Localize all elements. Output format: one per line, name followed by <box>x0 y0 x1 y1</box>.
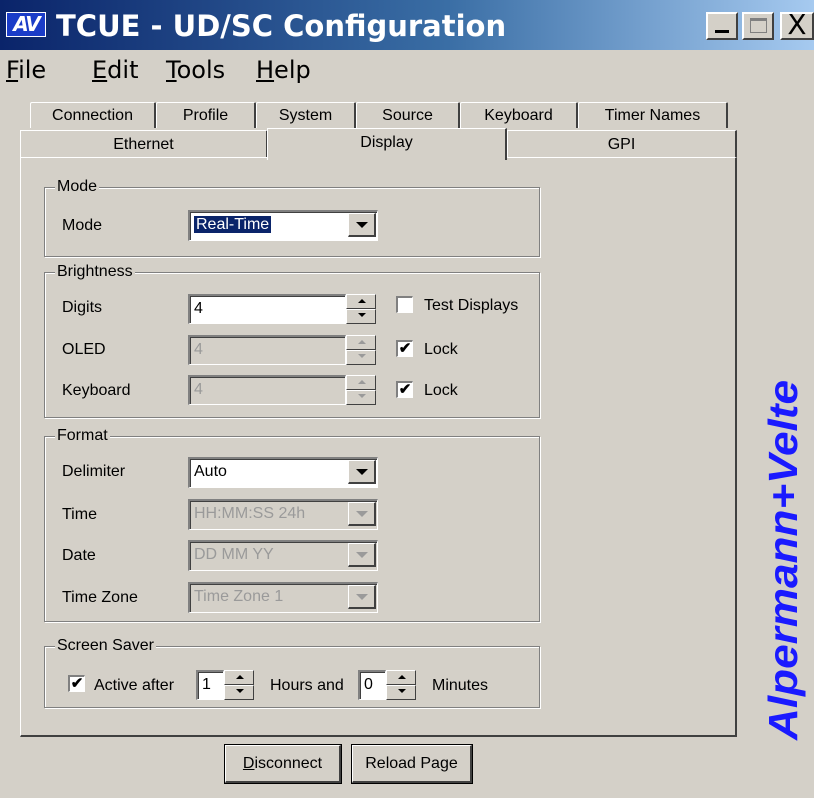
delimiter-label: Delimiter <box>62 463 126 480</box>
test-displays-checkbox[interactable] <box>396 296 413 313</box>
active-after-label[interactable]: Active after <box>94 676 174 696</box>
arrow-up-icon <box>358 340 366 344</box>
menu-help[interactable]: Help <box>256 56 311 84</box>
oled-input[interactable]: 4 <box>188 335 346 365</box>
chevron-down-icon <box>356 222 368 228</box>
keyboard-input[interactable]: 4 <box>188 375 346 405</box>
date-select[interactable]: DD MM YY <box>188 540 378 571</box>
app-logo: AV <box>6 12 46 37</box>
date-select-value: DD MM YY <box>194 546 274 563</box>
arrow-up-icon <box>358 380 366 384</box>
timezone-dropdown-button[interactable] <box>348 585 376 609</box>
menu-tools[interactable]: Tools <box>166 56 225 84</box>
mode-group-legend: Mode <box>55 177 100 197</box>
minutes-spin-up[interactable] <box>386 670 416 685</box>
test-displays-label[interactable]: Test Displays <box>424 296 518 316</box>
date-dropdown-button[interactable] <box>348 543 376 567</box>
arrow-down-icon <box>358 354 366 358</box>
tab-timer-names[interactable]: Timer Names <box>578 102 728 128</box>
menu-edit[interactable]: Edit <box>92 56 138 84</box>
arrow-down-icon <box>236 689 244 693</box>
oled-spin-down[interactable] <box>346 350 376 365</box>
delimiter-dropdown-button[interactable] <box>348 460 376 484</box>
timezone-select-value: Time Zone 1 <box>194 588 284 605</box>
tab-source[interactable]: Source <box>356 102 460 128</box>
digits-spin-down[interactable] <box>346 309 376 324</box>
tab-system[interactable]: System <box>256 102 356 128</box>
tab-profile[interactable]: Profile <box>156 102 256 128</box>
hours-spinner[interactable] <box>224 670 254 700</box>
timezone-label: Time Zone <box>62 589 138 606</box>
oled-label: OLED <box>62 341 106 358</box>
tab-gpi[interactable]: GPI <box>507 130 737 158</box>
delimiter-select[interactable]: Auto <box>188 457 378 488</box>
close-button[interactable]: X <box>780 8 814 41</box>
time-select[interactable]: HH:MM:SS 24h <box>188 499 378 530</box>
tab-ethernet[interactable]: Ethernet <box>20 130 268 158</box>
brand-text: Alpermann+Velte <box>760 380 806 741</box>
keyboard-lock-label[interactable]: Lock <box>424 381 458 401</box>
oled-lock-label[interactable]: Lock <box>424 340 458 360</box>
oled-lock-checkbox[interactable]: ✔ <box>396 340 413 357</box>
chevron-down-icon <box>356 511 368 517</box>
menu-file[interactable]: File <box>6 56 46 84</box>
hours-and-label: Hours and <box>270 677 344 694</box>
screensaver-active-checkbox[interactable]: ✔ <box>68 675 85 692</box>
digits-label: Digits <box>62 299 103 316</box>
digits-spinner[interactable] <box>346 294 376 324</box>
time-label: Time <box>62 506 97 523</box>
mode-select[interactable]: Real-Time <box>188 210 378 241</box>
chevron-down-icon <box>356 469 368 475</box>
maximize-icon <box>750 18 767 33</box>
keyboard-spin-up[interactable] <box>346 375 376 390</box>
chevron-down-icon <box>356 594 368 600</box>
digits-input[interactable]: 4 <box>188 294 346 324</box>
hours-spin-down[interactable] <box>224 685 254 700</box>
tab-display[interactable]: Display <box>267 128 507 160</box>
screensaver-group-legend: Screen Saver <box>55 636 156 656</box>
oled-spin-up[interactable] <box>346 335 376 350</box>
arrow-up-icon <box>236 675 244 679</box>
oled-spinner[interactable] <box>346 335 376 365</box>
arrow-up-icon <box>358 299 366 303</box>
brand-logo: Alpermann+Velte <box>754 370 814 750</box>
delimiter-select-value: Auto <box>194 463 227 480</box>
close-icon: X <box>787 8 807 41</box>
arrow-down-icon <box>358 313 366 317</box>
minutes-spin-down[interactable] <box>386 685 416 700</box>
keyboard-label: Keyboard <box>62 382 131 399</box>
format-group-legend: Format <box>55 426 110 446</box>
date-label: Date <box>62 547 96 564</box>
mode-dropdown-button[interactable] <box>348 213 376 237</box>
arrow-up-icon <box>398 675 406 679</box>
minimize-icon <box>715 30 729 33</box>
arrow-down-icon <box>398 689 406 693</box>
mode-label: Mode <box>62 217 103 234</box>
hours-input[interactable]: 1 <box>196 670 224 700</box>
minutes-input[interactable]: 0 <box>358 670 386 700</box>
time-select-value: HH:MM:SS 24h <box>194 505 306 522</box>
title-bar[interactable]: AV TCUE - UD/SC Configuration X <box>0 0 814 50</box>
maximize-button[interactable] <box>742 12 774 40</box>
arrow-down-icon <box>358 394 366 398</box>
hours-spin-up[interactable] <box>224 670 254 685</box>
keyboard-lock-checkbox[interactable]: ✔ <box>396 381 413 398</box>
brightness-group-legend: Brightness <box>55 262 135 282</box>
digits-spin-up[interactable] <box>346 294 376 309</box>
keyboard-spinner[interactable] <box>346 375 376 405</box>
minutes-spinner[interactable] <box>386 670 416 700</box>
timezone-select[interactable]: Time Zone 1 <box>188 582 378 613</box>
minimize-button[interactable] <box>706 12 738 40</box>
time-dropdown-button[interactable] <box>348 502 376 526</box>
menu-bar: File Edit Tools Help <box>0 50 814 86</box>
tab-keyboard[interactable]: Keyboard <box>460 102 578 128</box>
disconnect-button[interactable]: Disconnect <box>225 745 341 783</box>
window-title: TCUE - UD/SC Configuration <box>56 9 507 43</box>
chevron-down-icon <box>356 552 368 558</box>
tab-connection[interactable]: Connection <box>30 102 156 128</box>
mode-select-value: Real-Time <box>192 215 273 234</box>
reload-page-button[interactable]: Reload Page <box>352 745 472 783</box>
minutes-label: Minutes <box>432 677 489 694</box>
keyboard-spin-down[interactable] <box>346 390 376 405</box>
